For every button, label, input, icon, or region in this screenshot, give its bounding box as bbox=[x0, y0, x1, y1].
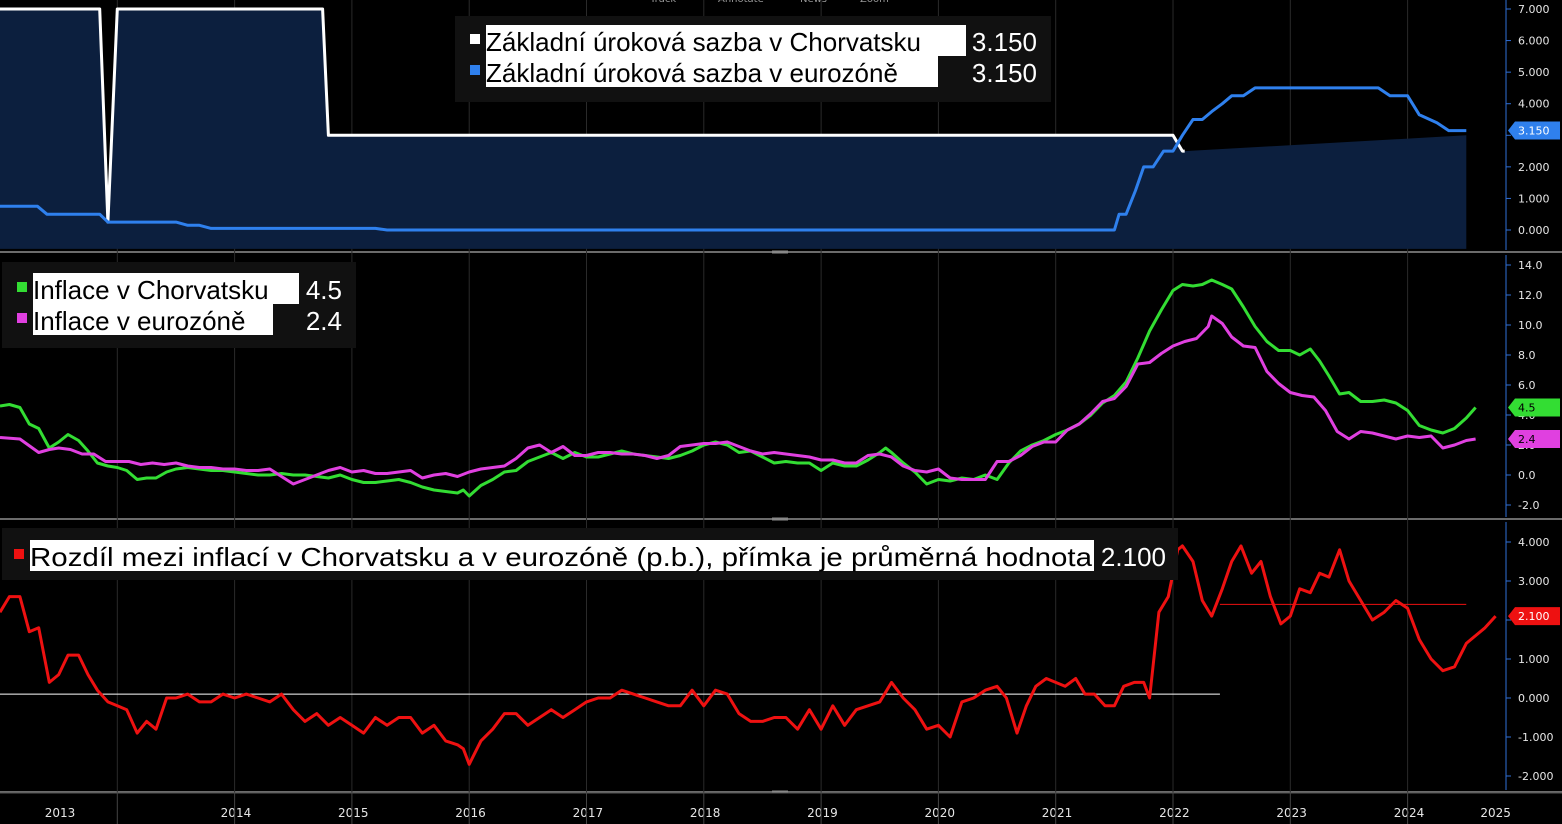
x-tick-label: 2025 bbox=[1480, 806, 1511, 820]
legend-swatch bbox=[17, 313, 27, 323]
last-value-badge-text: 2.100 bbox=[1518, 610, 1550, 623]
y-tick-label: 14.0 bbox=[1518, 259, 1543, 272]
y-tick-label: 4.000 bbox=[1518, 98, 1550, 111]
legend-value: 2.4 bbox=[306, 306, 342, 336]
y-tick-label: -2.0 bbox=[1518, 499, 1539, 512]
legend-swatch bbox=[14, 549, 24, 559]
y-tick-label: 1.000 bbox=[1518, 653, 1550, 666]
y-tick-label: 6.000 bbox=[1518, 35, 1550, 48]
y-tick-label: 6.0 bbox=[1518, 379, 1536, 392]
y-tick-label: -1.000 bbox=[1518, 731, 1553, 744]
toolbar-zoom-button[interactable]: Zoom bbox=[860, 0, 889, 5]
y-tick-label: 8.0 bbox=[1518, 349, 1536, 362]
legend-value: 3.150 bbox=[972, 27, 1037, 57]
toolbar-track-button[interactable]: Track bbox=[649, 0, 676, 5]
panel-resize-handle-1[interactable] bbox=[772, 250, 788, 254]
legend: Inflace v Chorvatsku 4.5 Inflace v eurozón… bbox=[2, 262, 356, 348]
x-tick-label: 2020 bbox=[924, 806, 955, 820]
toolbar-news-button[interactable]: News bbox=[800, 0, 827, 5]
x-tick-label: 2013 bbox=[45, 806, 76, 820]
x-tick-label: 2015 bbox=[338, 806, 369, 820]
legend-label: Rozdíl mezi inflací v Chorvatsku a v eur… bbox=[30, 542, 1093, 572]
y-tick-label: 0.0 bbox=[1518, 469, 1536, 482]
legend-swatch bbox=[470, 65, 480, 75]
y-tick-label: 5.000 bbox=[1518, 66, 1550, 79]
y-tick-label: 0.000 bbox=[1518, 692, 1550, 705]
last-value-badge-text: 2.4 bbox=[1518, 433, 1536, 446]
y-tick-label: 12.0 bbox=[1518, 289, 1543, 302]
x-tick-label: 2014 bbox=[221, 806, 252, 820]
x-tick-label: 2021 bbox=[1042, 806, 1073, 820]
legend-swatch bbox=[17, 282, 27, 292]
x-tick-label: 2018 bbox=[690, 806, 721, 820]
legend: Rozdíl mezi inflací v Chorvatsku a v eur… bbox=[2, 528, 1178, 580]
y-tick-label: 2.000 bbox=[1518, 161, 1550, 174]
legend-swatch bbox=[470, 34, 480, 44]
y-tick-label: 7.000 bbox=[1518, 3, 1550, 16]
x-tick-label: 2023 bbox=[1276, 806, 1307, 820]
y-tick-label: 0.000 bbox=[1518, 224, 1550, 237]
x-tick-label: 2019 bbox=[807, 806, 838, 820]
last-value-badge-text: 4.5 bbox=[1518, 402, 1536, 415]
x-tick-label: 2024 bbox=[1394, 806, 1425, 820]
x-tick-label: 2016 bbox=[455, 806, 486, 820]
legend-value: 2.100 bbox=[1101, 542, 1166, 572]
y-tick-label: 10.0 bbox=[1518, 319, 1543, 332]
legend-label: Inflace v eurozóně bbox=[33, 306, 245, 336]
last-value-badge-text: 3.150 bbox=[1518, 125, 1550, 138]
legend: Základní úroková sazba v Chorvatsku 3.150… bbox=[455, 16, 1051, 102]
legend-value: 3.150 bbox=[972, 58, 1037, 88]
panel-resize-handle-2[interactable] bbox=[772, 517, 788, 521]
legend-label: Základní úroková sazba v Chorvatsku bbox=[486, 27, 921, 57]
x-tick-label: 2022 bbox=[1159, 806, 1190, 820]
y-tick-label: 1.000 bbox=[1518, 192, 1550, 205]
x-tick-label: 2017 bbox=[573, 806, 604, 820]
legend-value: 4.5 bbox=[306, 275, 342, 305]
legend-label: Základní úroková sazba v eurozóně bbox=[486, 58, 898, 88]
y-tick-label: -2.000 bbox=[1518, 770, 1553, 783]
y-tick-label: 4.000 bbox=[1518, 536, 1550, 549]
toolbar-annotate-button[interactable]: Annotate bbox=[718, 0, 764, 5]
legend-label: Inflace v Chorvatsku bbox=[33, 275, 269, 305]
bloomberg-chart: Track Annotate News Zoom 7.000 6.000 5.000 4.00… bbox=[0, 0, 1562, 824]
y-tick-label: 3.000 bbox=[1518, 575, 1550, 588]
